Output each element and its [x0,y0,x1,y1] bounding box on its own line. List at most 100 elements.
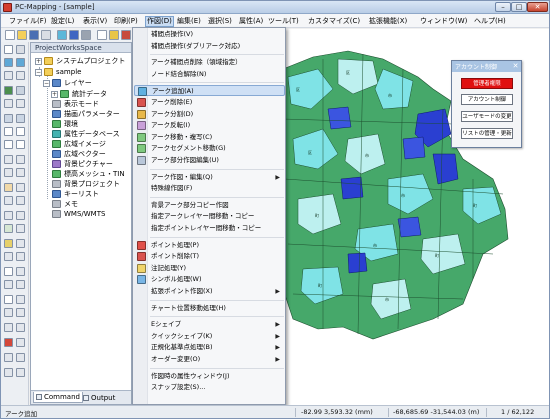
change-user-mode-button[interactable]: ユーザモードの変更 [461,111,513,122]
tree-item-display-mode[interactable]: 表示モード [52,99,99,109]
attribute-icon[interactable] [4,211,13,220]
image-icon[interactable] [4,267,13,276]
account-panel-titlebar[interactable]: アカウント制御 ✕ [452,61,521,72]
menu-item-18[interactable]: 指定アークレイヤー間移動・コピー [134,211,285,222]
menu-item-21[interactable]: ポイント処理(P) [134,240,285,251]
open-folder-icon[interactable] [17,30,27,40]
chart-icon[interactable] [4,252,13,261]
export-icon[interactable] [4,280,13,289]
print-preview-icon[interactable] [4,368,13,377]
menu-item-30[interactable]: クイックシェイプ(K) ▶ [134,331,285,342]
print-icon[interactable] [41,30,51,40]
menu-print[interactable]: 印刷(P) [113,16,139,27]
tree-item-background-picture[interactable]: 背景ピクチャー [52,159,113,169]
menu-item-8[interactable]: アーク分割(D) [134,109,285,120]
overlay-icon[interactable] [16,224,25,233]
close-button[interactable]: ✕ [527,2,548,12]
join-icon[interactable] [16,155,25,164]
tree-item-wms[interactable]: WMS/WMTS [52,209,105,219]
menu-help[interactable]: ヘルプ(H) [473,16,507,27]
title-bar[interactable]: PC-Mapping - [sample] – □ ✕ [1,1,549,14]
symbol-tool-icon[interactable] [16,239,25,248]
copy-icon[interactable] [16,168,25,177]
tree-item-layer[interactable]: − レイヤー [43,78,92,88]
menu-item-3[interactable]: アーク補間点削除（領域指定） [134,57,285,68]
table-icon[interactable] [97,30,107,40]
menu-settings[interactable]: 設定(L) [50,16,75,27]
minimize-button[interactable]: – [495,2,511,12]
menu-item-15[interactable]: 特殊線作図(F) [134,183,285,194]
buffer-icon[interactable] [4,224,13,233]
redo-icon[interactable] [16,323,25,332]
zoom-window-icon[interactable] [4,71,13,80]
menu-item-10[interactable]: アーク移動・複写(C) [134,132,285,143]
help-icon[interactable] [16,368,25,377]
menu-item-25[interactable]: 拡張ポイント作図(X) ▶ [134,286,285,297]
pointer-tool-icon[interactable] [4,45,13,54]
menu-draw[interactable]: 作図(D) [145,16,174,27]
tab-output[interactable]: Output [81,392,117,403]
node-tool-icon[interactable] [16,127,25,136]
new-file-icon[interactable] [5,30,15,40]
arrow-tool-icon[interactable] [16,308,25,317]
layer-tool-icon[interactable] [4,86,13,95]
move-icon[interactable] [4,168,13,177]
menu-item-12[interactable]: アーク部分作図編集(U) [134,155,285,166]
line-tool-icon[interactable] [16,140,25,149]
delete-icon[interactable] [4,338,13,347]
clear-icon[interactable] [16,338,25,347]
menu-item-19[interactable]: 指定ポイントレイヤー間移動・コピー [134,223,285,234]
select-rect-icon[interactable] [16,114,25,123]
menu-item-4[interactable]: ノード結合解除(N) [134,69,285,80]
tab-command[interactable]: Command [33,392,83,403]
cut-icon[interactable] [4,155,13,164]
undo-icon[interactable] [4,323,13,332]
menu-item-24[interactable]: シンボル処理(W) [134,274,285,285]
menu-item-11[interactable]: アークセグメント移動(G) [134,143,285,154]
raster-icon[interactable] [16,267,25,276]
collapse-icon[interactable]: − [43,79,50,87]
text-icon[interactable] [16,183,25,192]
menu-edit[interactable]: 編集(E) [176,16,202,27]
arc-tool-icon[interactable] [4,127,13,136]
menu-item-0[interactable]: 補間点操作(V) [134,29,285,40]
menu-select[interactable]: 選択(S) [207,16,233,27]
menu-item-34[interactable]: 作図時の属性ウィンドウ(J) [134,371,285,382]
tree-item-elevation-mesh[interactable]: 標高メッシュ・TIN [52,169,125,179]
menu-item-29[interactable]: Eシェイプ ▶ [134,319,285,330]
menu-item-1[interactable]: 補間点操作(ダブリアーク対応) [134,41,285,52]
close-icon[interactable]: ✕ [511,62,520,71]
menu-tools[interactable]: ツール(T) [267,16,300,27]
menu-extensions[interactable]: 拡張機能(X) [368,16,408,27]
collapse-icon[interactable]: − [35,68,42,76]
pan-tool-icon[interactable] [16,45,25,54]
globe-icon[interactable] [69,30,79,40]
ellipse-icon[interactable] [16,295,25,304]
tree-item-background-project[interactable]: 背景プロジェクト [52,179,120,189]
area-icon[interactable] [16,99,25,108]
tree-item-environment[interactable]: 環境 [52,119,78,129]
tree-item-wide-image[interactable]: 広域イメージ [52,139,106,149]
tree-item-attribute-db[interactable]: 属性データベース [52,129,120,139]
menu-item-17[interactable]: 背景アーク部分コピー作図 [134,200,285,211]
rect-icon[interactable] [4,308,13,317]
circle-icon[interactable] [4,295,13,304]
menu-attribute[interactable]: 属性(A) [238,16,264,27]
label-icon[interactable] [4,183,13,192]
tree-item-draw-params[interactable]: 描画パラメーター [52,109,120,119]
legend-icon[interactable] [16,252,25,261]
menu-file[interactable]: ファイル(F) [8,16,48,27]
grid-snap-icon[interactable] [16,196,25,205]
menu-item-27[interactable]: チャート位置移動処理(H) [134,303,285,314]
menu-item-31[interactable]: 正規化基準点処理(B) ▶ [134,342,285,353]
admin-privilege-button[interactable]: 管理者権限 [461,78,513,89]
tree-item-statistics[interactable]: + 統計データ [51,89,107,99]
query-icon[interactable] [16,211,25,220]
manage-list-button[interactable]: リストの管理・更新 [461,128,513,139]
menu-item-22[interactable]: ポイント削除(T) [134,251,285,262]
tree-item-memo[interactable]: メモ [52,199,78,209]
highlight-icon[interactable] [109,30,119,40]
tree-item-sample[interactable]: − sample [35,67,81,77]
layer-view-icon[interactable] [57,30,67,40]
expand-icon[interactable]: + [35,57,42,65]
